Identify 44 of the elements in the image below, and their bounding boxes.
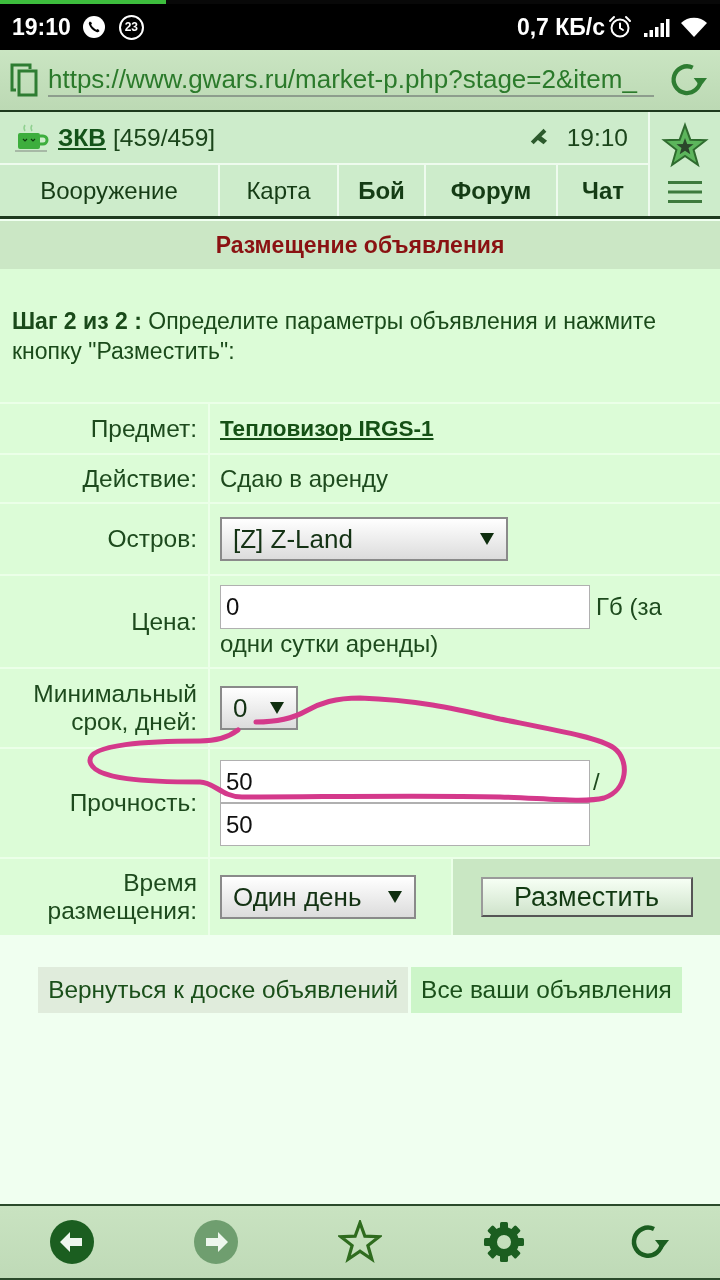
field-label: Остров: bbox=[107, 525, 197, 553]
phone-icon bbox=[82, 16, 105, 38]
nav-link[interactable]: Чат bbox=[558, 165, 648, 216]
slash-text: / bbox=[593, 768, 600, 795]
nav-link[interactable]: Форум bbox=[426, 165, 556, 216]
menu-icon[interactable] bbox=[668, 180, 702, 204]
username-link[interactable]: ЗКВ bbox=[58, 123, 106, 152]
dropdown[interactable]: Один день bbox=[220, 875, 416, 919]
nav-link[interactable]: Вооружение bbox=[0, 165, 218, 216]
field-label: Время размещения: bbox=[46, 869, 197, 925]
health-text: [459/459] bbox=[113, 123, 216, 152]
instruction-text: Шаг 2 из 2 : Определите параметры объявления и нажмите кнопку "Разместить": bbox=[11, 307, 657, 366]
notification-badge: 23 bbox=[118, 14, 144, 40]
text-input[interactable]: 50 bbox=[220, 803, 590, 846]
value-text: Сдаю в аренду bbox=[220, 464, 389, 493]
server-time-text: 19:10 bbox=[566, 123, 628, 152]
field-label: Цена: bbox=[131, 607, 197, 636]
unit-text: Гб (за bbox=[596, 592, 662, 621]
alarm-clock-icon bbox=[608, 15, 632, 39]
submit-button[interactable]: Разместить bbox=[480, 877, 693, 917]
field-label: Минимальный срок, дней: bbox=[32, 680, 197, 736]
page-title: Размещение объявления bbox=[215, 231, 505, 259]
settings-icon[interactable] bbox=[482, 1220, 526, 1264]
dropdown[interactable]: [Z] Z-Land bbox=[220, 517, 508, 561]
field-label: Действие: bbox=[82, 464, 197, 493]
dropdown-arrow-icon bbox=[270, 702, 284, 714]
dropdown[interactable]: 0 bbox=[220, 686, 298, 730]
wifi-icon bbox=[680, 16, 708, 38]
item-link[interactable]: Тепловизор IRGS-1 bbox=[220, 415, 434, 442]
tabs-icon[interactable] bbox=[10, 63, 38, 97]
dropdown-arrow-icon bbox=[388, 891, 402, 903]
nav-link[interactable]: Все ваши объявления bbox=[411, 967, 682, 1013]
star-icon[interactable] bbox=[338, 1220, 382, 1264]
unit-text: одни сутки аренды) bbox=[220, 628, 439, 659]
field-label: Предмет: bbox=[90, 414, 197, 443]
field-label: Прочность: bbox=[69, 789, 197, 817]
text-input[interactable]: 0 bbox=[220, 584, 590, 629]
clock-text: 19:10 bbox=[12, 13, 71, 41]
network-speed-text: 0,7 КБ/с bbox=[516, 13, 605, 41]
dropdown-arrow-icon bbox=[480, 533, 494, 545]
nav-link[interactable]: Вернуться к доске объявлений bbox=[38, 967, 409, 1013]
nav-link[interactable]: Бой bbox=[339, 165, 424, 216]
signal-icon bbox=[644, 17, 670, 37]
nav-link[interactable]: Карта bbox=[220, 165, 337, 216]
